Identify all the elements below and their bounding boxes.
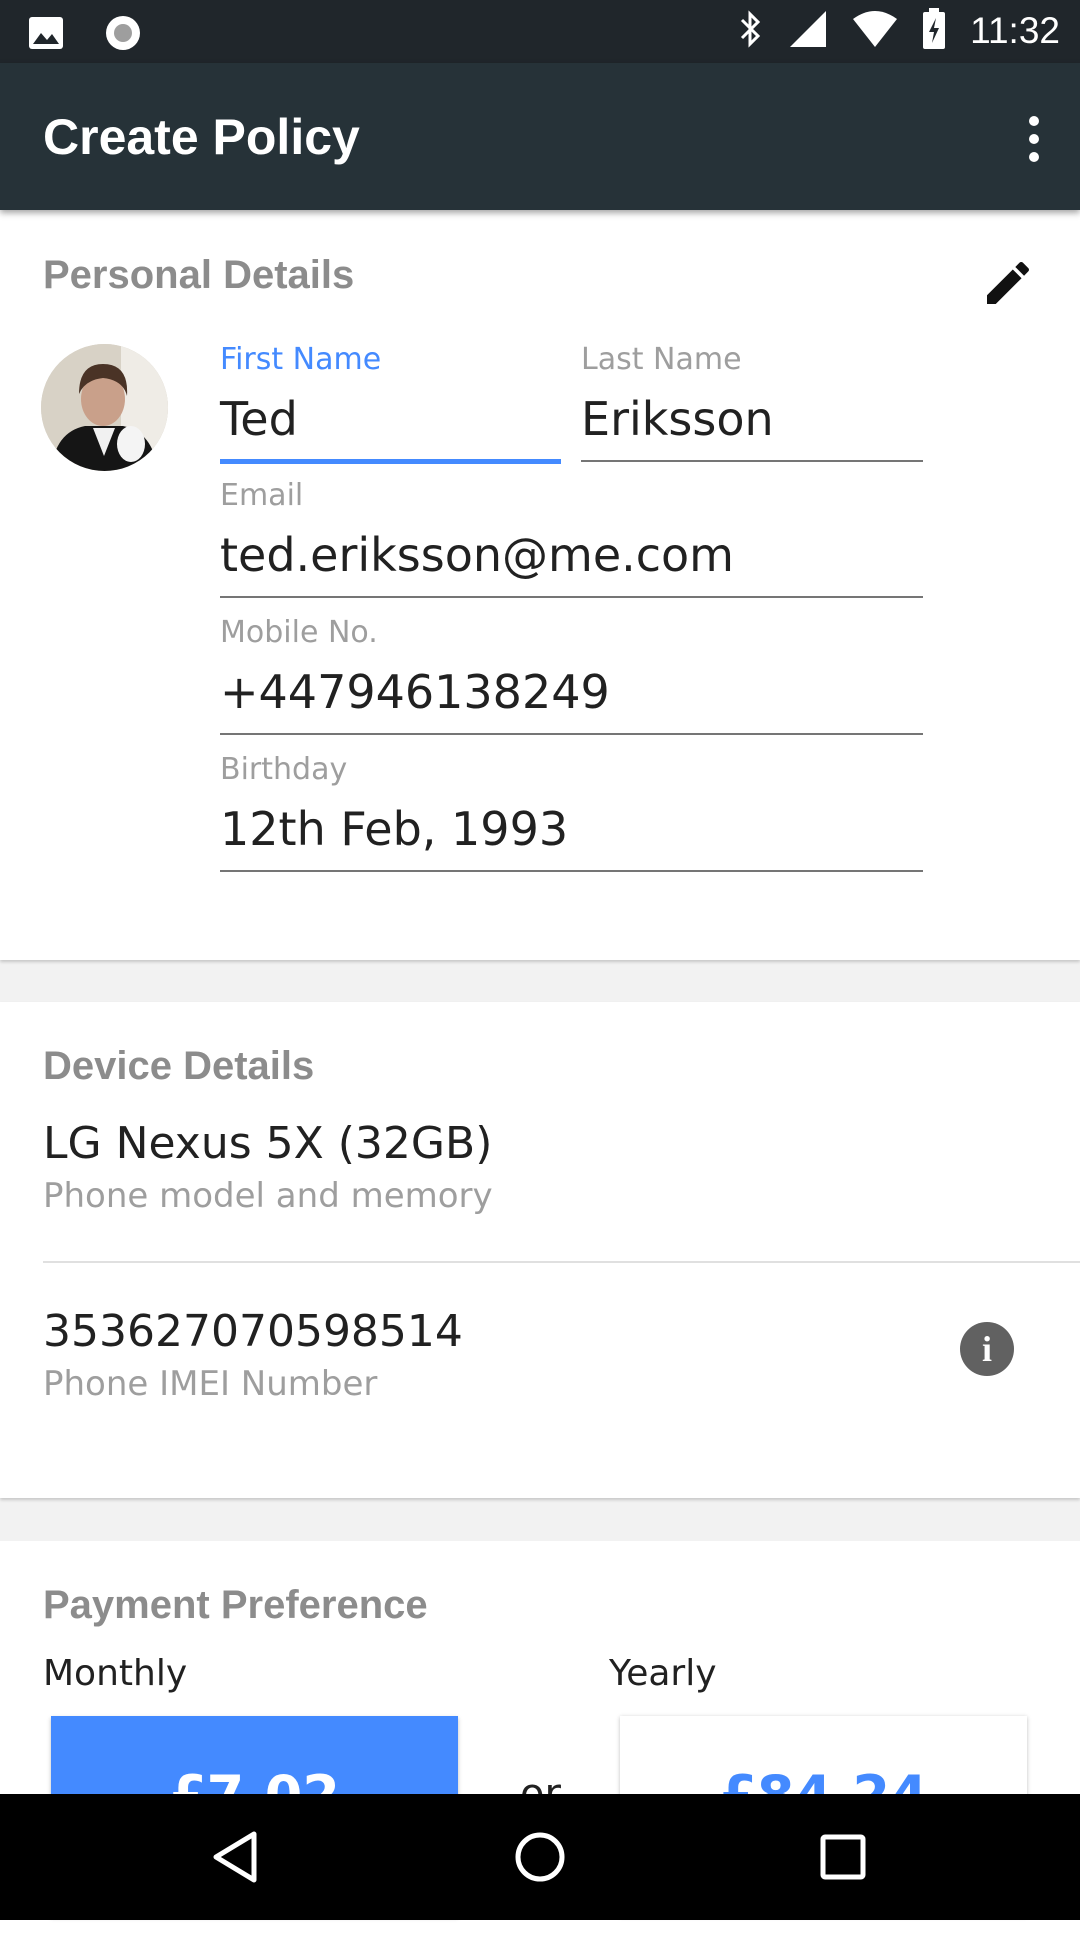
status-bar: 11:32: [0, 0, 1080, 63]
first-name-field[interactable]: First Name Ted: [220, 342, 561, 464]
personal-details-title: Personal Details: [43, 253, 355, 297]
personal-details-card: Personal Details First Name Ted Last Nam…: [0, 210, 1080, 960]
last-name-input[interactable]: Eriksson: [581, 392, 774, 446]
device-details-card: Device Details LG Nexus 5X (32GB) Phone …: [0, 1002, 1080, 1498]
last-name-label: Last Name: [581, 342, 742, 377]
bluetooth-icon: [736, 9, 764, 53]
birthday-field[interactable]: Birthday 12th Feb, 1993: [220, 752, 923, 872]
payment-preference-title: Payment Preference: [43, 1583, 428, 1627]
yearly-label: Yearly: [609, 1653, 717, 1694]
imei-value: 353627070598514: [43, 1306, 463, 1357]
device-details-title: Device Details: [43, 1044, 315, 1088]
mobile-field[interactable]: Mobile No. +447946138249: [220, 615, 923, 735]
first-name-input[interactable]: Ted: [220, 392, 298, 446]
record-icon: [104, 14, 142, 56]
home-icon[interactable]: [505, 1822, 575, 1892]
avatar: [41, 344, 168, 471]
imei-caption: Phone IMEI Number: [43, 1364, 378, 1404]
first-name-underline: [220, 459, 561, 464]
info-glyph: i: [981, 1329, 992, 1369]
navigation-bar: [0, 1794, 1080, 1920]
first-name-label: First Name: [220, 342, 382, 377]
signal-icon: [788, 9, 828, 53]
back-icon[interactable]: [202, 1822, 272, 1892]
email-label: Email: [220, 478, 304, 513]
page-title: Create Policy: [43, 109, 360, 165]
mobile-underline: [220, 733, 923, 735]
monthly-label: Monthly: [43, 1653, 188, 1694]
last-name-underline: [581, 460, 923, 462]
battery-icon: [922, 8, 946, 54]
mobile-label: Mobile No.: [220, 615, 378, 650]
device-model-caption: Phone model and memory: [43, 1176, 493, 1216]
email-input[interactable]: ted.eriksson@me.com: [220, 528, 734, 582]
birthday-input[interactable]: 12th Feb, 1993: [220, 802, 568, 856]
mobile-input[interactable]: +447946138249: [220, 665, 610, 719]
clock: 11:32: [970, 10, 1060, 51]
app-bar: Create Policy: [0, 63, 1080, 210]
birthday-underline: [220, 870, 923, 872]
more-vert-icon[interactable]: [1014, 111, 1054, 167]
divider: [43, 1261, 1080, 1263]
wifi-icon: [852, 9, 898, 53]
birthday-label: Birthday: [220, 752, 348, 787]
info-icon[interactable]: i: [960, 1322, 1014, 1376]
image-icon: [28, 16, 64, 54]
last-name-field[interactable]: Last Name Eriksson: [581, 342, 923, 462]
pencil-icon[interactable]: [980, 255, 1036, 311]
email-field[interactable]: Email ted.eriksson@me.com: [220, 478, 923, 598]
recents-icon[interactable]: [808, 1822, 878, 1892]
device-model-value: LG Nexus 5X (32GB): [43, 1118, 493, 1169]
email-underline: [220, 596, 923, 598]
